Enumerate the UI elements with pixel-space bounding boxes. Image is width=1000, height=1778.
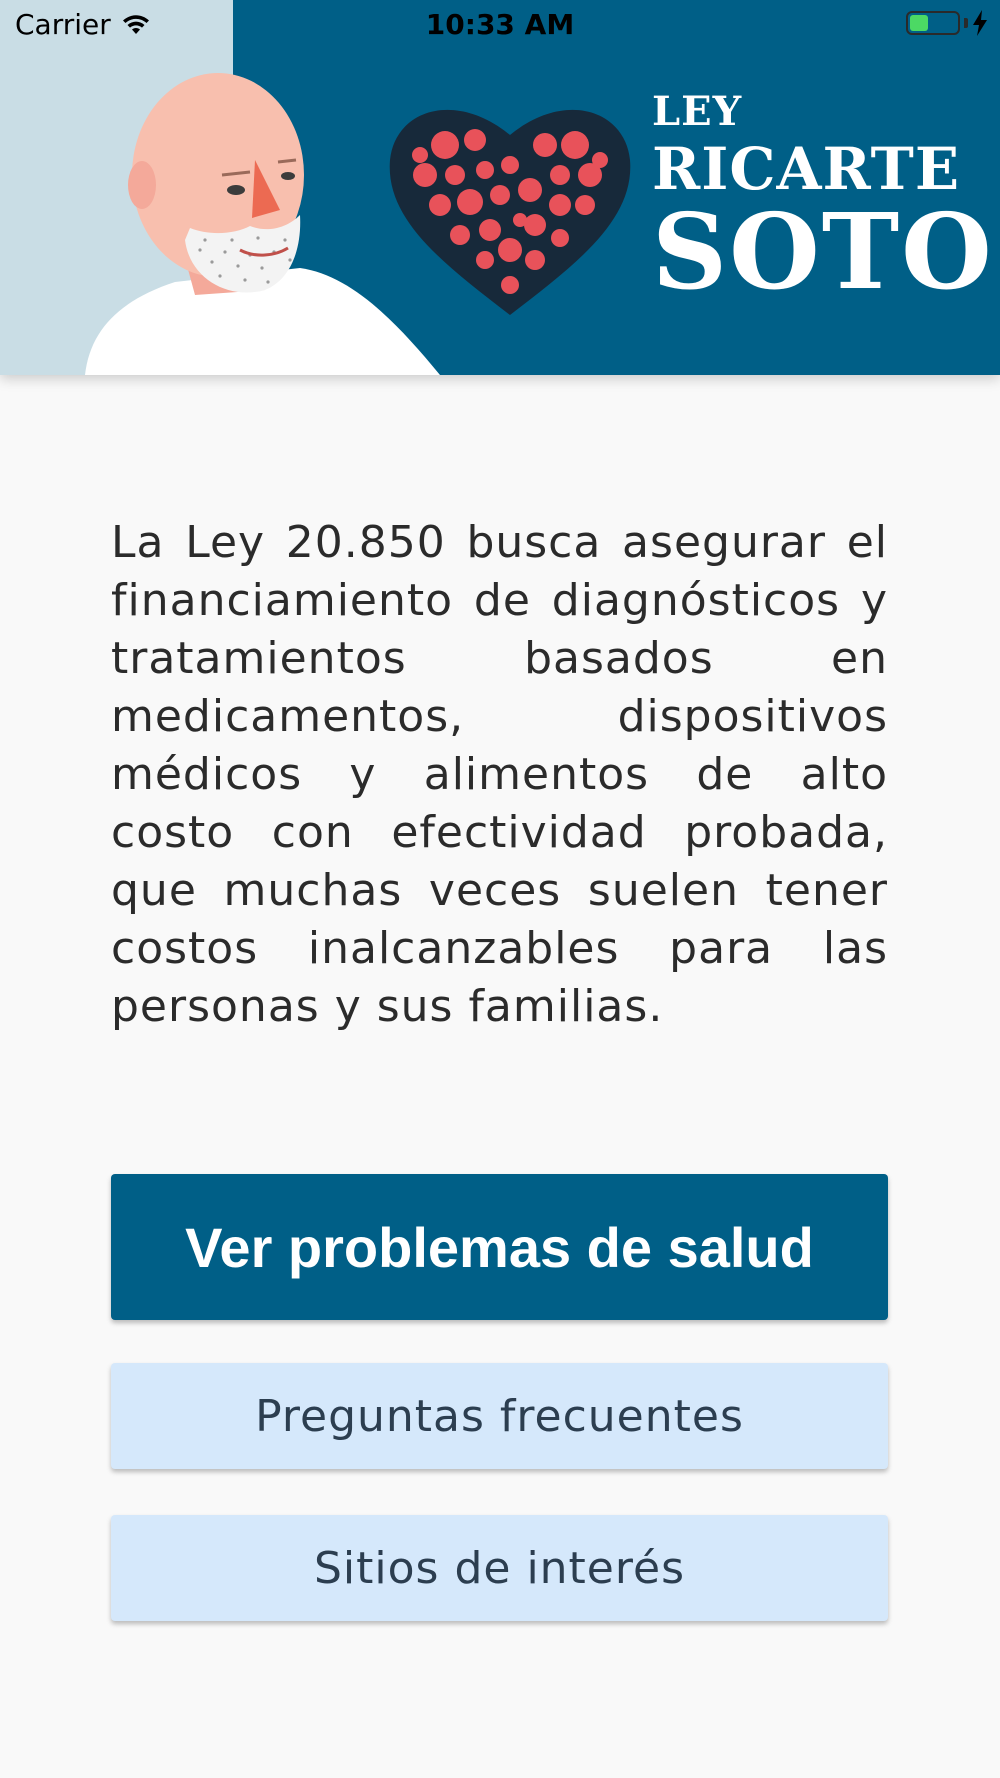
logo-line-ley: LEY bbox=[652, 88, 743, 135]
logo-line-soto: SOTO bbox=[652, 190, 994, 313]
battery-icon bbox=[906, 11, 960, 35]
heart-logo-icon bbox=[389, 109, 631, 315]
health-problems-button[interactable]: Ver problemas de salud bbox=[111, 1174, 888, 1320]
header-banner: LEY RICARTE SOTO bbox=[0, 0, 1000, 375]
intro-paragraph: La Ley 20.850 busca asegurar el financia… bbox=[111, 517, 888, 1032]
status-bar: Carrier 10:33 AM bbox=[0, 0, 1000, 50]
battery-cap bbox=[964, 18, 968, 28]
faq-button[interactable]: Preguntas frecuentes bbox=[111, 1363, 888, 1469]
battery-indicator bbox=[906, 10, 988, 36]
status-time: 10:33 AM bbox=[425, 8, 575, 41]
charging-bolt-icon bbox=[973, 10, 987, 36]
battery-level-fill bbox=[910, 15, 929, 31]
law-logo-text: LEY RICARTE SOTO bbox=[652, 92, 994, 304]
sites-of-interest-button[interactable]: Sitios de interés bbox=[111, 1515, 888, 1621]
